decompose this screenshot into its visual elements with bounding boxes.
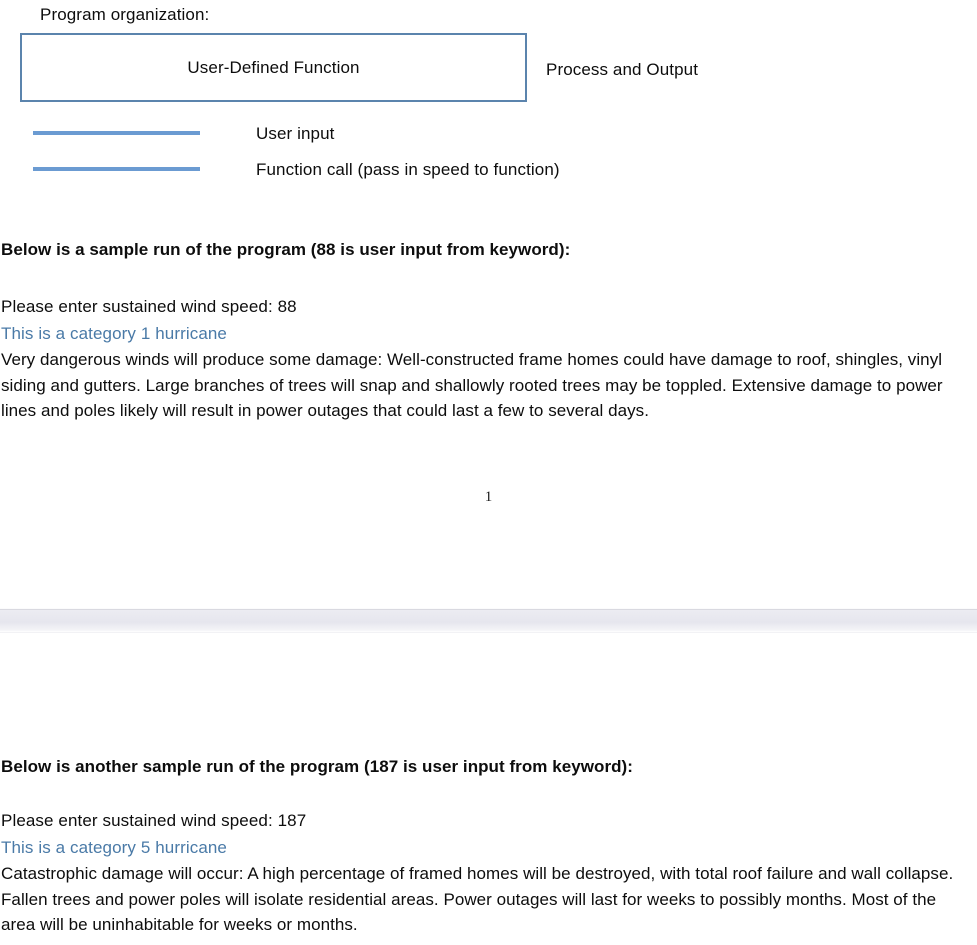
legend-label-function-call: Function call (pass in speed to function… <box>256 160 560 179</box>
sample-run-1-category-line: This is a category 1 hurricane <box>1 324 227 343</box>
legend-item-function-call: Function call (pass in speed to function… <box>0 158 977 182</box>
diagram-caption: Program organization: <box>40 5 210 24</box>
legend-line-icon <box>33 131 200 135</box>
user-defined-function-label: User-Defined Function <box>187 57 360 77</box>
user-defined-function-box: User-Defined Function <box>20 33 527 102</box>
sample-run-2-description: Catastrophic damage will occur: A high p… <box>1 864 954 934</box>
page-number: 1 <box>484 489 493 505</box>
sample-run-1-heading: Below is a sample run of the program (88… <box>1 240 571 259</box>
legend-line-icon <box>33 167 200 171</box>
sample-run-1-description: Very dangerous winds will produce some d… <box>1 350 943 420</box>
sample-run-2-category-line: This is a category 5 hurricane <box>1 838 227 857</box>
sample-run-2-heading: Below is another sample run of the progr… <box>1 757 633 776</box>
sample-run-1-prompt-line: Please enter sustained wind speed: 88 <box>1 297 297 316</box>
sample-run-2-prompt-line: Please enter sustained wind speed: 187 <box>1 811 307 830</box>
page-break-separator <box>0 608 977 633</box>
document-page-2: Below is another sample run of the progr… <box>0 633 977 945</box>
document-page-1: Program organization: User-Defined Funct… <box>0 0 977 609</box>
process-and-output-label: Process and Output <box>546 60 699 79</box>
legend-item-user-input: User input <box>0 122 977 146</box>
legend-label-user-input: User input <box>256 124 335 143</box>
program-organization-diagram: Program organization: User-Defined Funct… <box>0 0 977 200</box>
